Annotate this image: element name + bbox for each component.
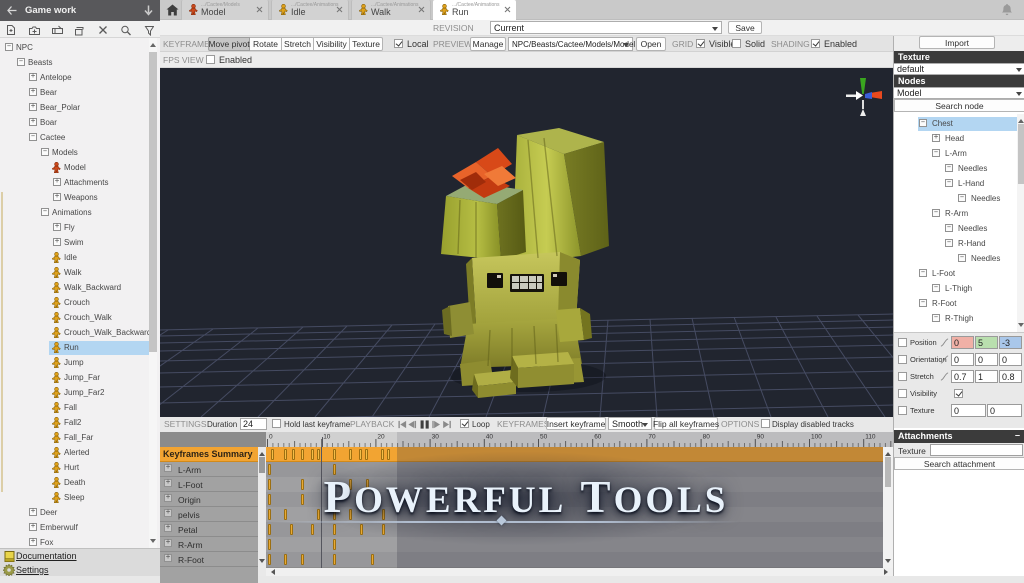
- svg-text:0: 0: [269, 434, 273, 441]
- svg-text:20: 20: [377, 434, 385, 441]
- svg-text:10: 10: [323, 434, 331, 441]
